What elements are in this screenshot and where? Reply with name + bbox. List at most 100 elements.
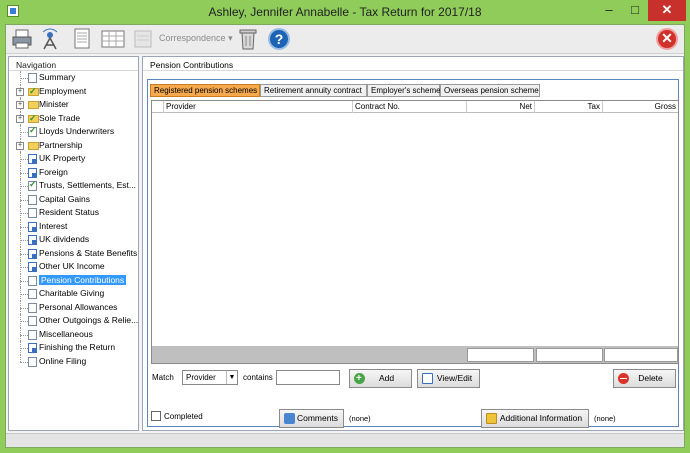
completed-label: Completed [164,412,203,421]
completed-checkbox[interactable] [151,411,161,421]
page-icon [28,221,37,232]
additional-information-button[interactable]: Additional Information [481,409,589,428]
nav-item-charitable-giving[interactable]: Charitable Giving [9,287,138,301]
comments-value: (none) [349,414,371,423]
nav-item-other-outgoings[interactable]: Other Outgoings & Relie... [9,314,138,328]
app-window: Ashley, Jennifer Annabelle - Tax Return … [0,0,690,453]
tab-overseas-pension-scheme[interactable]: Overseas pension scheme [440,84,540,97]
correspondence-menu[interactable]: Correspondence ▾ [159,33,233,44]
spreadsheet-icon[interactable] [100,28,126,50]
contains-label: contains [243,373,273,382]
nav-item-resident-status[interactable]: Resident Status [9,206,138,220]
comments-button[interactable]: Comments [279,409,344,428]
delete-button[interactable]: Delete [613,369,676,388]
comment-icon [284,413,295,424]
page-icon [28,343,37,353]
page-icon [28,167,37,178]
nav-item-personal-allowances[interactable]: Personal Allowances [9,300,138,314]
page-icon [28,73,37,83]
contains-input[interactable] [276,370,340,385]
maximize-button[interactable]: □ [622,0,648,21]
pension-panel: Registered pension schemes Retirement an… [147,79,679,427]
page-icon [28,248,37,259]
column-header-tax[interactable]: Tax [535,101,603,113]
nav-item-minister[interactable]: + Minister [9,98,138,112]
nav-item-lloyds-underwriters[interactable]: Lloyds Underwriters [9,124,138,139]
page-icon [28,275,37,286]
expand-icon[interactable]: + [16,114,24,123]
toolbar: Correspondence ▾ ? ✕ [6,25,684,54]
correspondence-icon[interactable] [132,28,154,50]
total-gross-cell [604,348,678,362]
view-icon [422,373,433,384]
page-icon [28,329,37,340]
chevron-down-icon: ▾ [228,33,233,43]
nav-item-partnership[interactable]: + Partnership [9,138,138,152]
main-panel: Pension Contributions Registered pension… [142,56,684,431]
chevron-down-icon[interactable]: ▼ [226,371,237,384]
nav-item-summary[interactable]: Summary [9,71,138,85]
folder-icon [28,141,39,150]
total-net-cell [467,348,534,362]
expand-icon[interactable]: + [16,101,24,109]
status-bar [6,433,684,447]
page-title: Pension Contributions [143,57,683,71]
view-edit-button[interactable]: View/Edit [417,369,480,388]
nav-item-capital-gains[interactable]: Capital Gains [9,192,138,206]
column-header-contract-no[interactable]: Contract No. [353,101,467,113]
title-bar[interactable]: Ashley, Jennifer Annabelle - Tax Return … [0,0,690,24]
navigation-panel: Navigation Summary +Employment +Minister… [8,56,139,431]
nav-item-finishing-the-return[interactable]: Finishing the Return [9,341,138,355]
footer-bar: Completed Comments (none) Additional Inf… [147,407,679,429]
match-field-select[interactable]: Provider ▼ [182,370,238,385]
page-check-icon [28,178,37,192]
add-button[interactable]: Add [349,369,412,388]
nav-item-miscellaneous[interactable]: Miscellaneous [9,327,138,341]
row-selector-header [152,101,164,113]
trash-icon[interactable] [238,27,258,51]
page-icon [28,194,37,205]
document-icon[interactable] [72,28,92,50]
expand-icon[interactable]: + [16,141,24,150]
print-icon[interactable] [11,28,33,50]
match-label: Match [152,373,174,382]
folder-check-icon [28,85,39,98]
totals-row [152,346,678,363]
nav-item-online-filing[interactable]: Online Filing [9,354,138,369]
add-icon [354,370,365,387]
nav-item-uk-property[interactable]: UK Property [9,152,138,166]
nav-item-pensions-state-benefits[interactable]: Pensions & State Benefits [9,246,138,260]
nav-item-interest[interactable]: Interest [9,219,138,233]
page-icon [28,289,37,299]
close-window-button[interactable]: ✕ [648,0,686,21]
help-icon[interactable]: ? [268,28,290,50]
page-icon [28,235,37,245]
nav-item-foreign[interactable]: Foreign [9,165,138,179]
contributions-table: Provider Contract No. Net Tax Gross [151,100,679,364]
additional-information-value: (none) [594,414,616,423]
tab-retirement-annuity-contract[interactable]: Retirement annuity contract [260,84,367,97]
page-icon [28,208,37,218]
nav-item-sole-trade[interactable]: +Sole Trade [9,111,138,125]
nav-item-trusts[interactable]: Trusts, Settlements, Est... [9,178,138,193]
exit-icon[interactable]: ✕ [656,28,678,50]
delete-icon [618,373,629,384]
page-icon [28,262,37,272]
expand-icon[interactable]: + [16,87,24,96]
correspondence-label: Correspondence [159,33,226,43]
nav-item-other-uk-income[interactable]: Other UK Income [9,260,138,274]
nav-item-employment[interactable]: +Employment [9,84,138,98]
tab-employers-scheme[interactable]: Employer's scheme [367,84,441,97]
network-icon[interactable] [39,28,61,50]
minimize-button[interactable]: – [596,0,622,21]
info-icon [486,413,497,424]
column-header-gross[interactable]: Gross [603,101,678,113]
column-header-net[interactable]: Net [467,101,535,113]
table-body[interactable] [152,114,678,346]
column-header-provider[interactable]: Provider [164,101,353,113]
nav-item-uk-dividends[interactable]: UK dividends [9,233,138,247]
nav-item-pension-contributions[interactable]: Pension Contributions [9,273,138,287]
folder-check-icon [28,112,39,125]
table-header: Provider Contract No. Net Tax Gross [152,101,678,113]
tab-registered-pension-schemes[interactable]: Registered pension schemes [150,84,260,97]
